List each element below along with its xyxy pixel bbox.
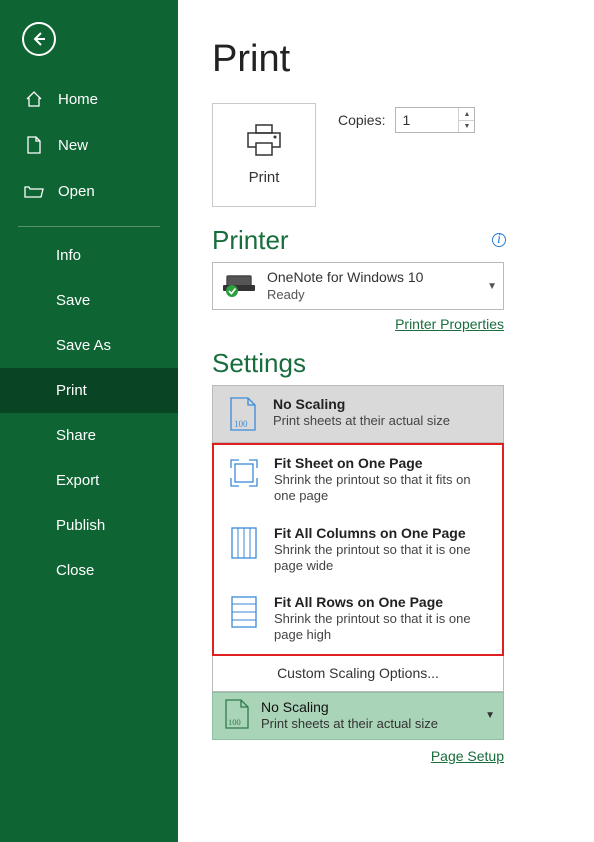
option-desc: Print sheets at their actual size <box>273 413 450 429</box>
copies-stepper[interactable]: 1 ▲ ▼ <box>395 107 475 133</box>
scaling-options-highlight: Fit Sheet on One Page Shrink the printou… <box>212 443 504 656</box>
sidebar-item-print[interactable]: Print <box>0 368 178 413</box>
copies-decrement[interactable]: ▼ <box>459 120 474 132</box>
option-desc: Shrink the printout so that it is one pa… <box>274 611 492 644</box>
sidebar-item-label: New <box>58 137 88 154</box>
sidebar-item-open[interactable]: Open <box>0 168 178 214</box>
sidebar-item-share[interactable]: Share <box>0 413 178 458</box>
sidebar-item-close[interactable]: Close <box>0 548 178 593</box>
chevron-down-icon: ▼ <box>487 281 497 292</box>
arrow-left-icon <box>31 31 47 47</box>
scaling-option-fit-rows[interactable]: Fit All Rows on One Page Shrink the prin… <box>214 584 502 654</box>
printer-icon <box>245 124 283 161</box>
sidebar-item-save[interactable]: Save <box>0 278 178 323</box>
sidebar-item-label: Open <box>58 183 95 200</box>
fit-rows-icon <box>228 594 260 630</box>
sidebar-item-save-as[interactable]: Save As <box>0 323 178 368</box>
page-title: Print <box>212 38 554 81</box>
sidebar-item-publish[interactable]: Publish <box>0 503 178 548</box>
copies-label: Copies: <box>338 112 385 128</box>
sidebar-item-info[interactable]: Info <box>0 233 178 278</box>
backstage-sidebar: Home New Open Info Save Save As Print Sh… <box>0 0 178 842</box>
svg-text:100: 100 <box>234 419 248 429</box>
svg-text:100: 100 <box>228 717 241 727</box>
option-desc: Shrink the printout so that it is one pa… <box>274 542 492 575</box>
option-title: Fit All Columns on One Page <box>274 525 492 541</box>
scaling-option-fit-columns[interactable]: Fit All Columns on One Page Shrink the p… <box>214 515 502 585</box>
option-title: Fit Sheet on One Page <box>274 455 492 471</box>
page-setup-link[interactable]: Page Setup <box>431 748 504 764</box>
sidebar-item-export[interactable]: Export <box>0 458 178 503</box>
printer-status: Ready <box>267 287 487 304</box>
print-button-label: Print <box>249 169 280 186</box>
current-scaling-title: No Scaling <box>261 699 438 717</box>
page-100-icon: 100 <box>227 396 259 432</box>
option-title: No Scaling <box>273 396 450 412</box>
back-button[interactable] <box>22 22 56 56</box>
fit-sheet-icon <box>228 455 260 491</box>
scaling-option-no-scaling[interactable]: 100 No Scaling Print sheets at their act… <box>213 386 503 442</box>
info-icon[interactable]: i <box>492 233 506 247</box>
option-title: Fit All Rows on One Page <box>274 594 492 610</box>
page-100-icon: 100 <box>225 699 249 732</box>
sidebar-item-label: Home <box>58 91 98 108</box>
printer-properties-link[interactable]: Printer Properties <box>395 316 504 332</box>
fit-columns-icon <box>228 525 260 561</box>
settings-heading: Settings <box>212 348 554 379</box>
sidebar-item-home[interactable]: Home <box>0 76 178 122</box>
new-file-icon <box>24 136 44 154</box>
option-desc: Shrink the printout so that it fits on o… <box>274 472 492 505</box>
copies-value: 1 <box>396 112 458 128</box>
printer-status-icon <box>221 272 257 301</box>
folder-open-icon <box>24 182 44 200</box>
chevron-down-icon: ▼ <box>485 710 495 721</box>
scaling-dropdown-open: 100 No Scaling Print sheets at their act… <box>212 385 504 443</box>
scaling-option-fit-sheet[interactable]: Fit Sheet on One Page Shrink the printou… <box>214 445 502 515</box>
sidebar-divider <box>18 226 160 227</box>
custom-scaling-options[interactable]: Custom Scaling Options... <box>212 656 504 692</box>
copies-increment[interactable]: ▲ <box>459 108 474 120</box>
current-scaling-desc: Print sheets at their actual size <box>261 716 438 732</box>
scaling-dropdown[interactable]: 100 No Scaling Print sheets at their act… <box>212 692 504 740</box>
sidebar-item-new[interactable]: New <box>0 122 178 168</box>
print-button[interactable]: Print <box>212 103 316 207</box>
printer-name: OneNote for Windows 10 <box>267 268 487 286</box>
printer-dropdown[interactable]: OneNote for Windows 10 Ready ▼ <box>212 262 504 310</box>
print-panel: Print Print Copies: 1 ▲ ▼ <box>178 0 594 842</box>
home-icon <box>24 90 44 108</box>
